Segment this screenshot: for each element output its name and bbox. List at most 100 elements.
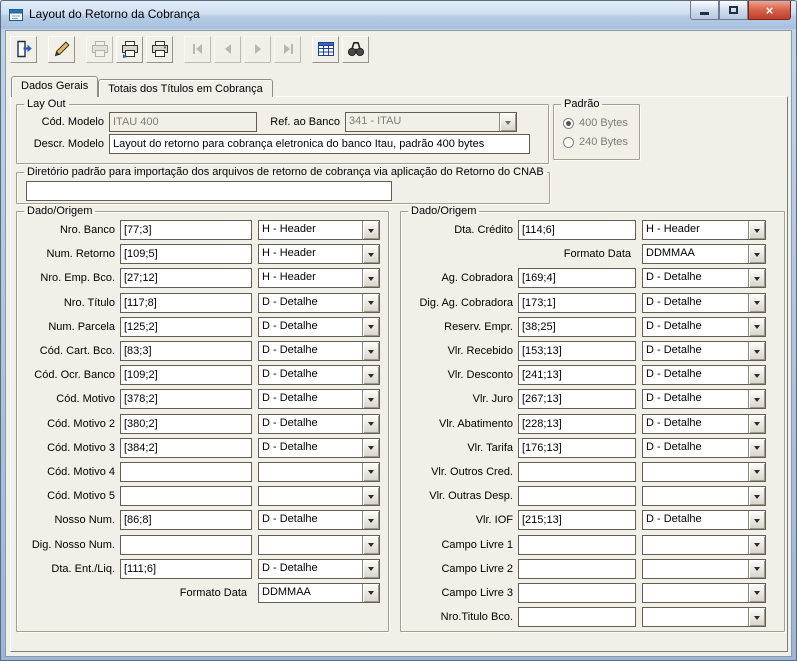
origin-combo[interactable]: D - Detalhe <box>642 316 766 337</box>
combo-arrow-icon[interactable] <box>748 462 765 481</box>
position-input[interactable] <box>518 413 636 434</box>
position-input[interactable] <box>120 486 252 507</box>
origin-combo[interactable]: D - Detalhe <box>642 292 766 313</box>
exit-button[interactable] <box>10 35 37 63</box>
origin-combo[interactable]: D - Detalhe <box>642 365 766 386</box>
combo-arrow-icon[interactable] <box>362 462 379 481</box>
origin-combo[interactable]: D - Detalhe <box>258 292 380 313</box>
origin-combo[interactable] <box>642 607 766 628</box>
combo-arrow-icon[interactable] <box>362 293 379 312</box>
position-input[interactable] <box>518 486 636 507</box>
titlebar[interactable]: Layout do Retorno da Cobrança × <box>1 1 796 29</box>
position-input[interactable] <box>518 365 636 386</box>
position-input[interactable] <box>120 461 252 482</box>
position-input[interactable] <box>518 582 636 603</box>
combo-arrow-icon[interactable] <box>748 366 765 385</box>
combo-arrow-icon[interactable] <box>748 293 765 312</box>
search-button[interactable] <box>342 35 369 63</box>
origin-combo[interactable]: D - Detalhe <box>642 413 766 434</box>
combo-arrow-icon[interactable] <box>748 559 765 578</box>
origin-combo[interactable]: H - Header <box>258 268 380 289</box>
position-input[interactable] <box>518 268 636 289</box>
origin-combo[interactable]: D - Detalhe <box>258 341 380 362</box>
minimize-button[interactable] <box>690 1 719 20</box>
combo-arrow-icon[interactable] <box>748 487 765 506</box>
origin-combo[interactable] <box>642 558 766 579</box>
tab-dados-gerais[interactable]: Dados Gerais <box>11 76 99 97</box>
position-input[interactable] <box>518 437 636 458</box>
combo-arrow-icon[interactable] <box>362 245 379 264</box>
combo-arrow-icon[interactable] <box>362 511 379 530</box>
origin-combo[interactable]: D - Detalhe <box>258 389 380 410</box>
origin-combo[interactable] <box>642 486 766 507</box>
origin-combo[interactable]: D - Detalhe <box>258 510 380 531</box>
print-report-button[interactable] <box>146 35 173 63</box>
position-input[interactable] <box>518 558 636 579</box>
combo-arrow-icon[interactable] <box>748 390 765 409</box>
edit-button[interactable] <box>48 35 75 63</box>
combo-arrow-icon[interactable] <box>362 535 379 554</box>
position-input[interactable] <box>518 316 636 337</box>
position-input[interactable] <box>120 244 252 265</box>
position-input[interactable] <box>120 437 252 458</box>
combo-arrow-icon[interactable] <box>362 414 379 433</box>
position-input[interactable] <box>120 316 252 337</box>
origin-combo[interactable] <box>258 486 380 507</box>
descr-modelo-input[interactable] <box>109 134 530 154</box>
origin-combo[interactable]: H - Header <box>258 244 380 265</box>
origin-combo[interactable]: D - Detalhe <box>258 558 380 579</box>
combo-arrow-icon[interactable] <box>748 583 765 602</box>
origin-combo[interactable]: D - Detalhe <box>642 389 766 410</box>
origin-combo[interactable]: D - Detalhe <box>258 437 380 458</box>
combo-arrow-icon[interactable] <box>748 245 765 264</box>
combo-arrow-icon[interactable] <box>362 559 379 578</box>
combo-arrow-icon[interactable] <box>748 317 765 336</box>
position-input[interactable] <box>120 341 252 362</box>
position-input[interactable] <box>518 341 636 362</box>
origin-combo[interactable]: D - Detalhe <box>642 268 766 289</box>
origin-combo[interactable]: H - Header <box>258 220 380 241</box>
position-input[interactable] <box>518 607 636 628</box>
position-input[interactable] <box>120 220 252 241</box>
tab-totais-titulos[interactable]: Totais dos Títulos em Cobrança <box>98 79 273 97</box>
combo-arrow-icon[interactable] <box>362 317 379 336</box>
position-input[interactable] <box>120 268 252 289</box>
position-input[interactable] <box>518 461 636 482</box>
position-input[interactable] <box>518 534 636 555</box>
grid-view-button[interactable] <box>312 35 339 63</box>
combo-arrow-icon[interactable] <box>748 438 765 457</box>
position-input[interactable] <box>518 510 636 531</box>
position-input[interactable] <box>518 220 636 241</box>
position-input[interactable] <box>518 389 636 410</box>
maximize-button[interactable] <box>719 1 748 20</box>
combo-arrow-icon[interactable] <box>362 583 379 602</box>
origin-combo[interactable]: D - Detalhe <box>642 341 766 362</box>
position-input[interactable] <box>120 413 252 434</box>
origin-combo[interactable] <box>258 461 380 482</box>
combo-arrow-icon[interactable] <box>748 342 765 361</box>
origin-combo[interactable]: D - Detalhe <box>258 413 380 434</box>
origin-combo[interactable]: D - Detalhe <box>642 510 766 531</box>
combo-arrow-icon[interactable] <box>362 438 379 457</box>
combo-arrow-icon[interactable] <box>748 414 765 433</box>
position-input[interactable] <box>120 389 252 410</box>
origin-combo[interactable]: D - Detalhe <box>642 437 766 458</box>
combo-arrow-icon[interactable] <box>748 535 765 554</box>
combo-arrow-icon[interactable] <box>362 487 379 506</box>
combo-arrow-icon[interactable] <box>362 221 379 240</box>
combo-arrow-icon[interactable] <box>362 342 379 361</box>
combo-arrow-icon[interactable] <box>748 221 765 240</box>
position-input[interactable] <box>120 534 252 555</box>
origin-combo[interactable] <box>642 534 766 555</box>
origin-combo[interactable]: H - Header <box>642 220 766 241</box>
origin-combo[interactable]: D - Detalhe <box>258 365 380 386</box>
combo-arrow-icon[interactable] <box>362 366 379 385</box>
origin-combo[interactable] <box>642 461 766 482</box>
origin-combo[interactable] <box>642 582 766 603</box>
position-input[interactable] <box>120 292 252 313</box>
position-input[interactable] <box>120 558 252 579</box>
origin-combo[interactable] <box>258 534 380 555</box>
combo-arrow-icon[interactable] <box>748 269 765 288</box>
position-input[interactable] <box>120 510 252 531</box>
combo-arrow-icon[interactable] <box>748 608 765 627</box>
